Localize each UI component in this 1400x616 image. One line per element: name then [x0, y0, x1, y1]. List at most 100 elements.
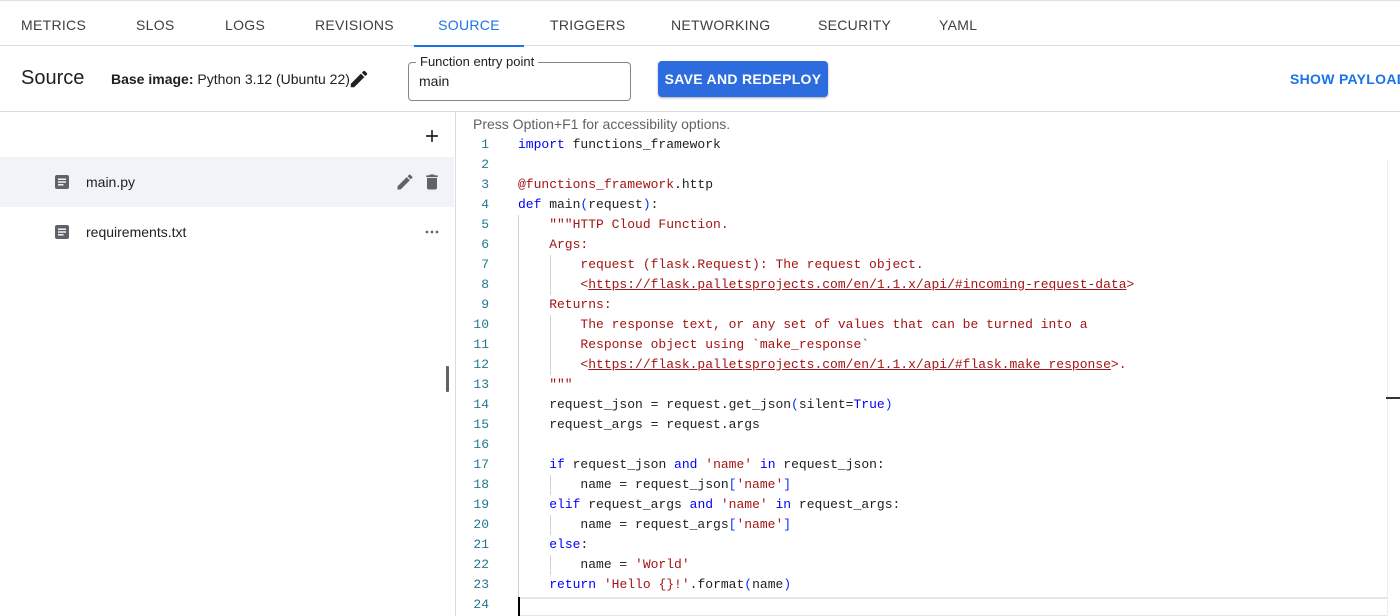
base-image-info: Base image: Python 3.12 (Ubuntu 22): [111, 71, 350, 87]
code-text: return 'Hello {}!'.format(name): [549, 577, 792, 592]
panel-resize-handle[interactable]: [446, 366, 449, 392]
file-more-button[interactable]: [422, 222, 442, 242]
more-horiz-icon: [425, 230, 439, 234]
trash-icon: [426, 174, 438, 190]
tab-networking[interactable]: NETWORKING: [671, 1, 770, 46]
line-number: 13: [473, 377, 489, 392]
code-text: if request_json and 'name' in request_js…: [549, 457, 885, 472]
tab-triggers[interactable]: TRIGGERS: [550, 1, 625, 46]
code-line: 13 """: [457, 375, 1387, 395]
accessibility-hint: Press Option+F1 for accessibility option…: [473, 116, 731, 132]
file-name: requirements.txt: [86, 224, 187, 240]
code-line: 5 """HTTP Cloud Function.: [457, 215, 1387, 235]
code-text: else:: [549, 537, 589, 552]
code-text: name = request_args['name']: [518, 517, 792, 532]
code-line: 16: [457, 435, 1387, 455]
line-number: 15: [473, 417, 489, 432]
code-text: <https://flask.palletsprojects.com/en/1.…: [518, 277, 1135, 292]
code-text: @functions_framework.http: [518, 177, 714, 192]
line-number: 20: [473, 517, 489, 532]
tab-yaml[interactable]: YAML: [939, 1, 977, 46]
code-line: 22 name = 'World': [457, 555, 1387, 575]
tab-security[interactable]: SECURITY: [818, 1, 891, 46]
line-number: 22: [473, 557, 489, 572]
file-item-main-py[interactable]: main.py: [0, 157, 454, 207]
code-text: request_args = request.args: [518, 417, 760, 432]
code-text: Returns:: [518, 297, 612, 312]
code-line: 11 Response object using `make_response`: [457, 335, 1387, 355]
plus-icon: [426, 130, 438, 142]
code-text: """HTTP Cloud Function.: [518, 217, 729, 232]
code-line: 15 request_args = request.args: [457, 415, 1387, 435]
code-area[interactable]: 1 import functions_framework 2 3 @function…: [457, 135, 1400, 616]
code-line: 1 import functions_framework: [457, 135, 1387, 155]
code-text: <https://flask.palletsprojects.com/en/1.…: [518, 357, 1127, 372]
line-number: 11: [473, 337, 489, 352]
line-number: 3: [481, 177, 489, 192]
tab-slos[interactable]: SLOS: [136, 1, 174, 46]
line-number: 23: [473, 577, 489, 592]
entry-point-input[interactable]: [419, 73, 619, 89]
line-number: 8: [481, 277, 489, 292]
file-name: main.py: [86, 174, 136, 190]
line-number: 17: [473, 457, 489, 472]
code-line: 20 name = request_args['name']: [457, 515, 1387, 535]
code-line: 4 def main(request):: [457, 195, 1387, 215]
file-panel: main.py requirements.txt: [0, 112, 456, 616]
code-text: name = 'World': [518, 557, 690, 572]
add-file-button[interactable]: [422, 126, 442, 146]
code-line: 6 Args:: [457, 235, 1387, 255]
code-text: import functions_framework: [518, 137, 721, 152]
code-text: The response text, or any set of values …: [518, 317, 1088, 332]
code-line: 3 @functions_framework.http: [457, 175, 1387, 195]
code-line: 12 <https://flask.palletsprojects.com/en…: [457, 355, 1387, 375]
code-text: request (flask.Request): The request obj…: [518, 257, 924, 272]
tab-source[interactable]: SOURCE: [414, 1, 524, 47]
tab-bar: METRICS SLOS LOGS REVISIONS SOURCE TRIGG…: [0, 0, 1400, 47]
pencil-icon: [397, 174, 413, 190]
code-line: 2: [457, 155, 1387, 175]
line-number: 5: [481, 217, 489, 232]
line-number: 18: [473, 477, 489, 492]
line-number: 2: [481, 157, 489, 172]
code-line: 21 else:: [457, 535, 1387, 555]
overview-ruler-cursor: [1386, 397, 1400, 399]
code-editor[interactable]: Press Option+F1 for accessibility option…: [457, 112, 1400, 616]
code-text: request_json = request.get_json(silent=T…: [518, 397, 893, 412]
line-number: 9: [481, 297, 489, 312]
tab-logs[interactable]: LOGS: [225, 1, 265, 46]
line-number: 7: [481, 257, 489, 272]
file-icon: [55, 225, 69, 239]
code-text: def main(request):: [518, 197, 659, 212]
source-toolbar: Source Base image: Python 3.12 (Ubuntu 2…: [0, 46, 1400, 112]
line-number: 1: [481, 137, 489, 152]
tab-metrics[interactable]: METRICS: [21, 1, 86, 46]
code-line: 24: [457, 595, 1387, 615]
line-number: 19: [473, 497, 489, 512]
line-number: 21: [473, 537, 489, 552]
file-icon: [55, 175, 69, 189]
file-item-requirements-txt[interactable]: requirements.txt: [0, 207, 454, 257]
code-text: name = request_json['name']: [518, 477, 792, 492]
line-number: 4: [481, 197, 489, 212]
show-payload-link[interactable]: SHOW PAYLOAD: [1290, 71, 1400, 87]
code-line: 9 Returns:: [457, 295, 1387, 315]
delete-file-button[interactable]: [422, 172, 442, 192]
line-number: 6: [481, 237, 489, 252]
page-title: Source: [21, 67, 85, 89]
code-text: elif request_args and 'name' in request_…: [549, 497, 901, 512]
code-text: """: [518, 377, 573, 392]
code-line: 8 <https://flask.palletsprojects.com/en/…: [457, 275, 1387, 295]
edit-base-image-button[interactable]: [348, 68, 370, 90]
rename-file-button[interactable]: [395, 172, 415, 192]
code-line: 19 elif request_args and 'name' in reque…: [457, 495, 1387, 515]
save-and-redeploy-button[interactable]: SAVE AND REDEPLOY: [658, 61, 828, 97]
entry-point-field[interactable]: Function entry point: [408, 54, 631, 101]
code-line: 10 The response text, or any set of valu…: [457, 315, 1387, 335]
code-line: 23 return 'Hello {}!'.format(name): [457, 575, 1387, 595]
line-number: 14: [473, 397, 489, 412]
code-line: 18 name = request_json['name']: [457, 475, 1387, 495]
editor-overview-ruler: [1387, 160, 1388, 616]
tab-revisions[interactable]: REVISIONS: [315, 1, 394, 46]
line-number: 24: [473, 597, 489, 612]
